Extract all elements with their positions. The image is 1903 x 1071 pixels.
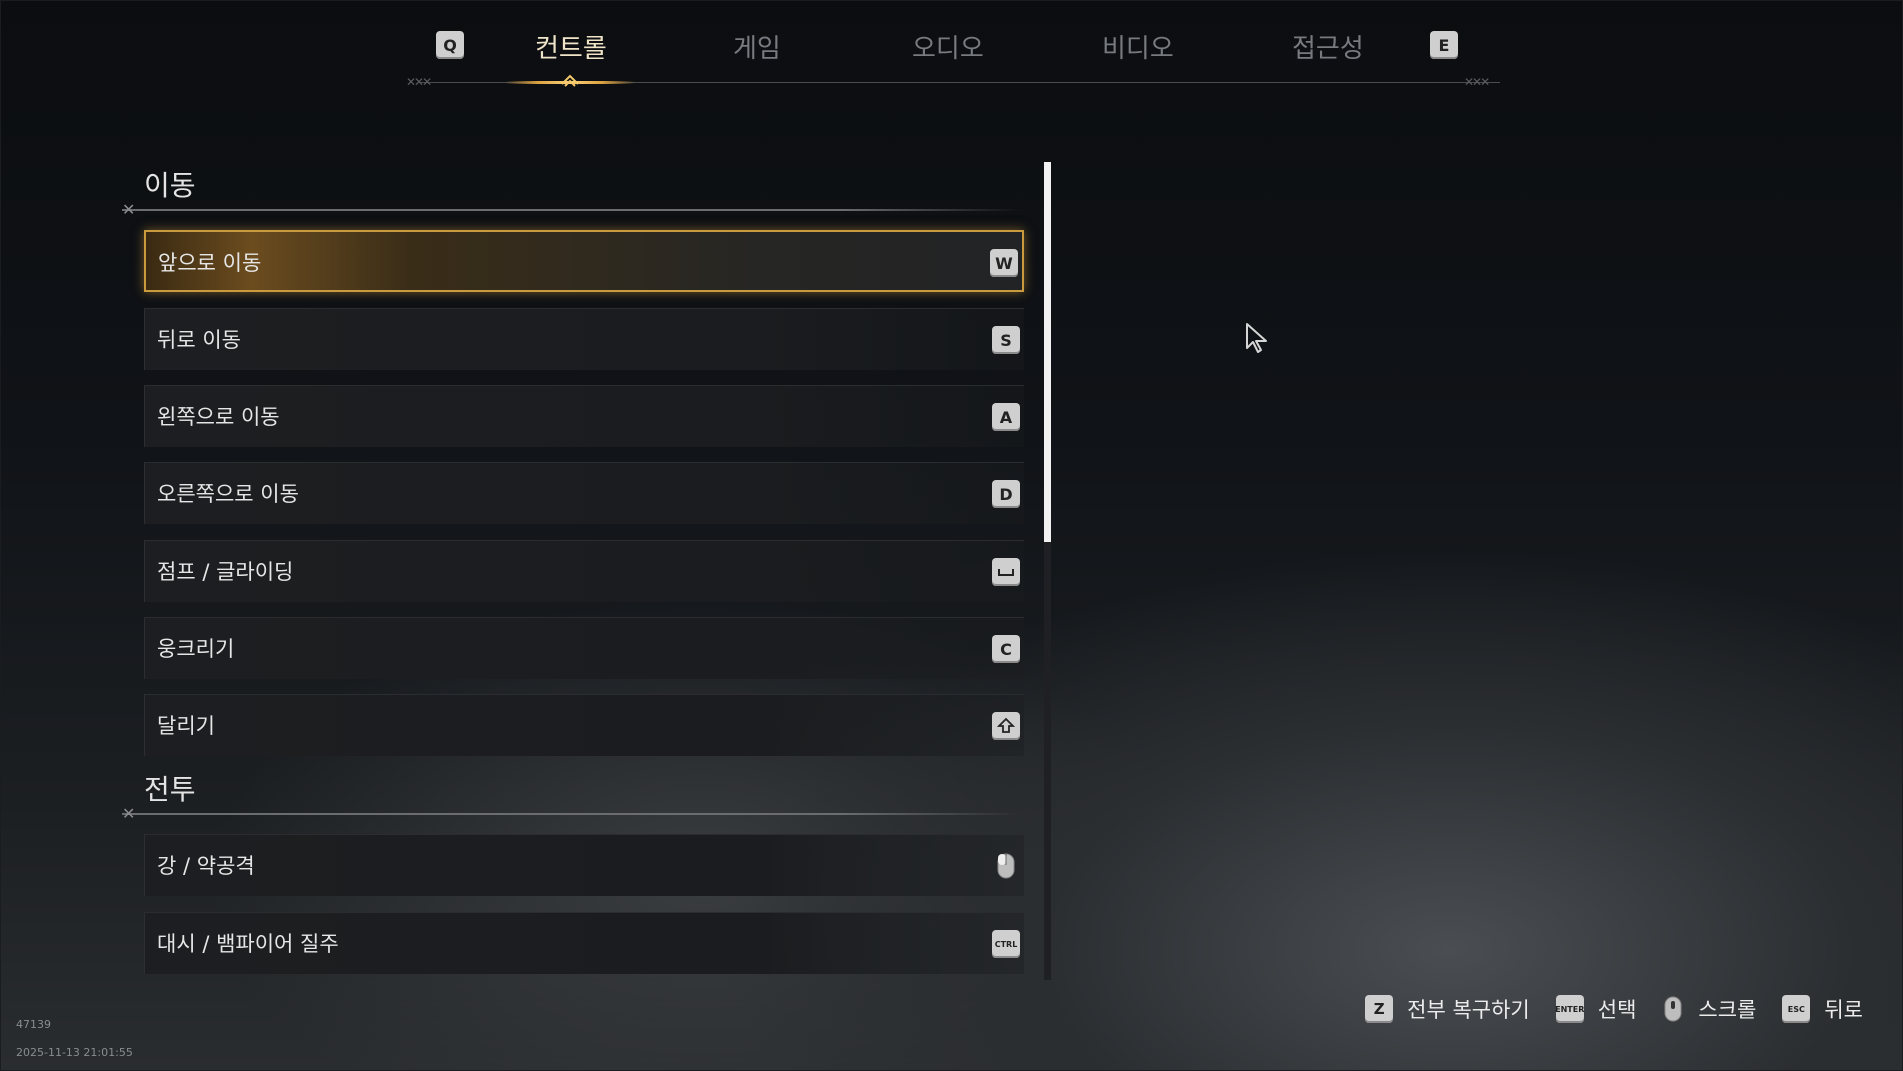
nav-left-ornament-icon: ✕✕✕ <box>406 75 432 89</box>
hint-select[interactable]: ENTER 선택 <box>1555 994 1637 1024</box>
cursor-icon <box>1246 323 1267 353</box>
key-ctrl[interactable]: CTRL <box>992 930 1020 958</box>
hint-label: 전부 복구하기 <box>1407 998 1530 1022</box>
tab-audio[interactable]: 오디오 <box>912 28 984 65</box>
keybind-row-attack[interactable]: 강 / 약공격 <box>144 834 1024 896</box>
key-z: Z <box>1365 995 1394 1023</box>
key-a[interactable]: A <box>992 403 1020 431</box>
keybind-label: 웅크리기 <box>157 637 235 661</box>
key-esc: ESC <box>1782 995 1811 1023</box>
keybind-row-move-back[interactable]: 뒤로 이동 S <box>144 308 1024 370</box>
key-enter: ENTER <box>1555 995 1584 1023</box>
prev-tab-key[interactable]: Q <box>436 31 464 59</box>
section-divider <box>122 209 1022 211</box>
keybind-row-sprint[interactable]: 달리기 <box>144 694 1024 756</box>
keybind-label: 강 / 약공격 <box>157 854 255 878</box>
hint-label: 뒤로 <box>1824 998 1863 1022</box>
section-divider-ornament-icon: ✕ <box>122 200 136 219</box>
mouse-icon <box>1662 995 1684 1023</box>
keybind-row-crouch[interactable]: 웅크리기 C <box>144 617 1024 679</box>
nav-right-ornament-icon: ✕✕✕ <box>1464 75 1490 89</box>
key-w[interactable]: W <box>990 249 1018 277</box>
key-d[interactable]: D <box>992 480 1020 508</box>
tab-video[interactable]: 비디오 <box>1102 28 1174 65</box>
hint-scroll[interactable]: 스크롤 <box>1662 994 1756 1024</box>
active-tab-indicator-icon <box>561 74 579 87</box>
tab-controls[interactable]: 컨트롤 <box>535 28 607 65</box>
top-navigation: Q 컨트롤 게임 오디오 비디오 접근성 E ✕✕✕ ✕✕✕ <box>400 0 1510 100</box>
key-s[interactable]: S <box>992 326 1020 354</box>
keybind-label: 왼쪽으로 이동 <box>157 405 280 429</box>
hint-label: 선택 <box>1597 998 1637 1022</box>
section-divider <box>122 813 1022 815</box>
keybind-label: 앞으로 이동 <box>158 251 262 275</box>
hint-label: 스크롤 <box>1698 998 1757 1022</box>
keybind-row-move-left[interactable]: 왼쪽으로 이동 A <box>144 385 1024 447</box>
control-hints-bar: Z 전부 복구하기 ENTER 선택 스크롤 ESC 뒤로 <box>1339 992 1863 1026</box>
section-divider-ornament-icon: ✕ <box>122 804 136 823</box>
build-number: 47139 <box>16 1018 51 1031</box>
scrollbar-thumb[interactable] <box>1044 162 1051 542</box>
hint-back[interactable]: ESC 뒤로 <box>1782 994 1863 1024</box>
hint-reset-all[interactable]: Z 전부 복구하기 <box>1365 994 1530 1024</box>
tab-accessibility[interactable]: 접근성 <box>1292 28 1364 65</box>
tab-game[interactable]: 게임 <box>733 28 781 65</box>
keybind-row-move-right[interactable]: 오른쪽으로 이동 D <box>144 462 1024 524</box>
keybind-label: 뒤로 이동 <box>157 328 241 352</box>
keybind-label: 오른쪽으로 이동 <box>157 482 299 506</box>
timestamp: 2025-11-13 21:01:55 <box>16 1046 133 1059</box>
window-frame <box>0 0 1903 1071</box>
shift-icon[interactable] <box>992 712 1020 740</box>
space-icon[interactable] <box>992 558 1020 586</box>
section-title-movement: 이동 <box>144 169 196 202</box>
section-title-combat: 전투 <box>144 773 196 806</box>
next-tab-key[interactable]: E <box>1430 31 1458 59</box>
keybind-label: 점프 / 글라이딩 <box>157 560 294 584</box>
keybind-row-jump-glide[interactable]: 점프 / 글라이딩 <box>144 540 1024 602</box>
key-c[interactable]: C <box>992 635 1020 663</box>
keybind-label: 달리기 <box>157 714 215 738</box>
keybind-row-move-forward[interactable]: 앞으로 이동 W <box>144 230 1024 292</box>
keybind-label: 대시 / 뱀파이어 질주 <box>157 932 339 956</box>
mouse-icon[interactable] <box>992 852 1020 880</box>
keybind-row-dash[interactable]: 대시 / 뱀파이어 질주 CTRL <box>144 912 1024 974</box>
